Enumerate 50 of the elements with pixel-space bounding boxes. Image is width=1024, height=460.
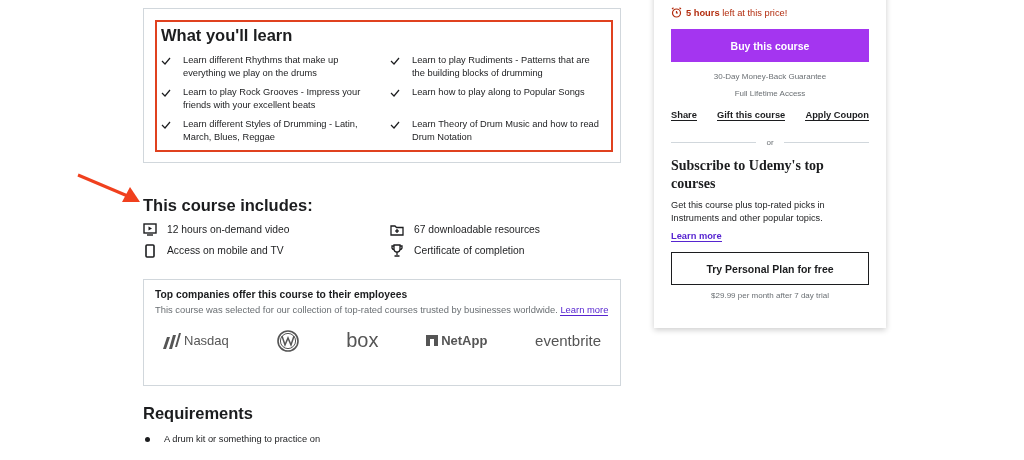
action-link[interactable]: Share bbox=[671, 110, 697, 121]
annotation-arrow bbox=[76, 173, 142, 205]
bullet-icon bbox=[145, 436, 150, 442]
company-logo: Nasdaq bbox=[184, 333, 229, 348]
buy-button[interactable]: Buy this course bbox=[671, 29, 869, 62]
learn-item-text: Learn how to play along to Popular Songs bbox=[412, 86, 585, 99]
action-link[interactable]: Apply Coupon bbox=[805, 110, 869, 121]
checkmark-icon bbox=[390, 57, 400, 65]
alarm-clock-icon bbox=[671, 7, 682, 18]
section-title: Requirements bbox=[143, 404, 255, 423]
company-logo: eventbrite bbox=[535, 332, 601, 349]
square-logo-icon bbox=[426, 335, 439, 346]
feature-text: 67 downloadable resources bbox=[414, 224, 540, 235]
plan-price-note: $29.99 per month after 7 day trial bbox=[710, 291, 830, 300]
learn-item-text: Learn Theory of Drum Music and how to read Drum Notation bbox=[412, 118, 599, 144]
subscribe-description: Get this course plus top-rated picks in Instruments and other popular topics. bbox=[671, 199, 826, 225]
companies-title: Top companies offer this course to their employees bbox=[155, 289, 409, 300]
section-title: What you'll learn bbox=[161, 26, 294, 45]
feature-text: 12 hours on-demand video bbox=[167, 224, 290, 235]
learn-more-link[interactable]: Learn more bbox=[560, 304, 609, 316]
companies-description: This course was selected for our collection of top-rated courses trusted by businesses worldwide. Learn more bbox=[155, 303, 609, 316]
feature-text: Certificate of completion bbox=[414, 245, 525, 256]
folder-icon bbox=[390, 223, 404, 236]
personal-plan-button[interactable]: Try Personal Plan for free bbox=[671, 252, 869, 285]
requirement-text: A drum kit or something to practice on bbox=[164, 434, 321, 444]
company-logo: box bbox=[346, 329, 379, 352]
company-logo: NetApp bbox=[441, 333, 488, 348]
feature-text: Access on mobile and TV bbox=[167, 245, 284, 256]
mobile-icon bbox=[143, 243, 157, 258]
checkmark-icon bbox=[161, 89, 171, 97]
checkmark-icon bbox=[161, 121, 171, 129]
checkmark-icon bbox=[390, 89, 400, 97]
trophy-icon bbox=[390, 244, 404, 257]
learn-item-text: Learn different Styles of Drumming - Latin, March, Blues, Reggae bbox=[183, 118, 359, 144]
price-timer-text: 5 hours left at this price! bbox=[686, 7, 788, 18]
subscribe-title: Subscribe to Udemy's top courses bbox=[671, 157, 825, 193]
section-title: This course includes: bbox=[143, 196, 314, 215]
video-icon bbox=[143, 223, 157, 236]
stripes-logo-icon bbox=[163, 332, 181, 349]
checkmark-icon bbox=[390, 121, 400, 129]
guarantee-text: 30-Day Money-Back Guarantee bbox=[712, 72, 828, 81]
checkmark-icon bbox=[161, 57, 171, 65]
learn-item-text: Learn to play Rudiments - Patterns that are the building blocks of drumming bbox=[412, 54, 591, 80]
emblem-logo-icon bbox=[276, 329, 299, 352]
learn-more-link[interactable]: Learn more bbox=[671, 231, 722, 242]
divider-label: or bbox=[766, 138, 774, 147]
action-link[interactable]: Gift this course bbox=[717, 110, 786, 121]
access-text: Full Lifetime Access bbox=[733, 89, 807, 98]
learn-item-text: Learn different Rhythms that make up everything we play on the drums bbox=[183, 54, 340, 80]
learn-item-text: Learn to play Rock Grooves - Impress your friends with your excellent beats bbox=[183, 86, 362, 112]
